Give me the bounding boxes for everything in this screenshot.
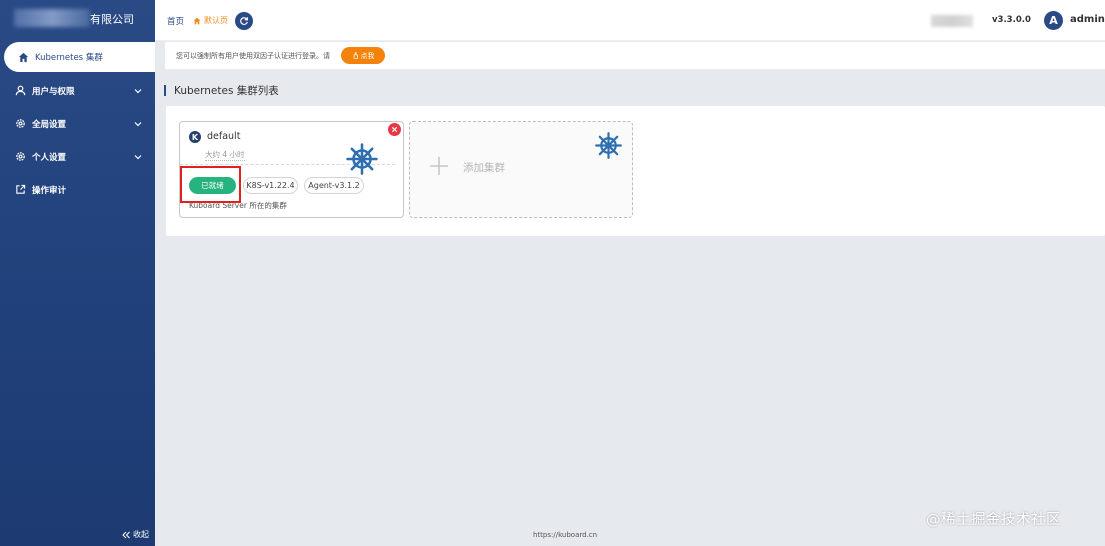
watermark: @稀土掘金技术社区 (926, 512, 1061, 528)
chevron-down-icon (134, 121, 142, 126)
brand: 有限公司 (0, 0, 155, 38)
title-accent-bar (164, 85, 166, 96)
blurred-info (931, 15, 973, 27)
sidebar-item-personal-settings[interactable]: 个人设置 (0, 140, 155, 173)
k8s-version-tag: K8S-v1.22.4 (243, 177, 298, 194)
cluster-age: 大约 4 小时 (205, 150, 245, 161)
section-title-text: Kubernetes 集群列表 (174, 85, 279, 97)
add-cluster-label: 添加集群 (463, 162, 505, 174)
avatar[interactable]: A (1044, 11, 1063, 30)
top-bar: 首页 默认页 v3.3.0.0 A admin (155, 0, 1105, 41)
gear-icon (14, 151, 26, 163)
external-link-icon (14, 184, 26, 196)
helm-wheel-icon (595, 132, 622, 159)
close-icon (391, 126, 398, 133)
collapse-label: 收起 (133, 530, 149, 539)
footer-url[interactable]: https://kuboard.cn (533, 531, 597, 539)
brand-name-blurred (14, 9, 90, 27)
refresh-button[interactable] (235, 12, 253, 30)
sidebar-item-label: 操作审计 (32, 185, 67, 196)
sidebar-item-audit-log[interactable]: 操作审计 (0, 173, 155, 206)
tab-default-page[interactable]: 默认页 (193, 15, 228, 26)
section-title: Kubernetes 集群列表 (164, 83, 279, 98)
sidebar-item-label: 个人设置 (32, 152, 67, 163)
breadcrumb-home-link[interactable]: 首页 (167, 15, 184, 27)
helm-wheel-icon (346, 143, 378, 175)
sidebar-item-label: 用户与权限 (32, 86, 75, 97)
collapse-sidebar-button[interactable]: 收起 (122, 529, 149, 540)
notice-click-button[interactable]: 点我 (341, 47, 385, 64)
add-cluster-button[interactable]: 添加集群 (409, 121, 633, 218)
sidebar-item-label: 全局设置 (32, 119, 67, 130)
notice-bar: 您可以强制所有用户使用双因子认证进行登录。请 点我 (165, 42, 1105, 70)
user-icon (14, 85, 26, 97)
agent-version-tag: Agent-v3.1.2 (304, 177, 364, 194)
sidebar-item-users-permissions[interactable]: 用户与权限 (0, 74, 155, 107)
home-icon (17, 51, 29, 63)
brand-suffix: 有限公司 (90, 13, 134, 26)
double-chevron-left-icon (122, 531, 130, 538)
chevron-down-icon (134, 88, 142, 93)
delete-cluster-button[interactable] (388, 123, 401, 136)
sidebar: 有限公司 Kubernetes 集群 用户与权限 全局设置 个人设置 操作审计 (0, 0, 155, 546)
refresh-icon (240, 17, 248, 25)
highlight-box (180, 166, 241, 203)
plus-icon (430, 157, 448, 175)
username-menu[interactable]: admin (1070, 14, 1105, 25)
sidebar-item-kubernetes-clusters[interactable]: Kubernetes 集群 (4, 42, 155, 72)
tab-label: 默认页 (204, 16, 228, 25)
home-icon (193, 17, 201, 24)
pointer-icon (353, 52, 358, 59)
notice-button-label: 点我 (360, 51, 375, 60)
kubernetes-badge-icon: K (189, 131, 201, 143)
cluster-name: default (207, 131, 241, 142)
sidebar-item-label: Kubernetes 集群 (35, 53, 103, 63)
sidebar-item-global-settings[interactable]: 全局设置 (0, 107, 155, 140)
chevron-down-icon (134, 154, 142, 159)
version-label: v3.3.0.0 (992, 15, 1031, 25)
notice-text: 您可以强制所有用户使用双因子认证进行登录。请 (176, 52, 330, 60)
gear-icon (14, 118, 26, 130)
